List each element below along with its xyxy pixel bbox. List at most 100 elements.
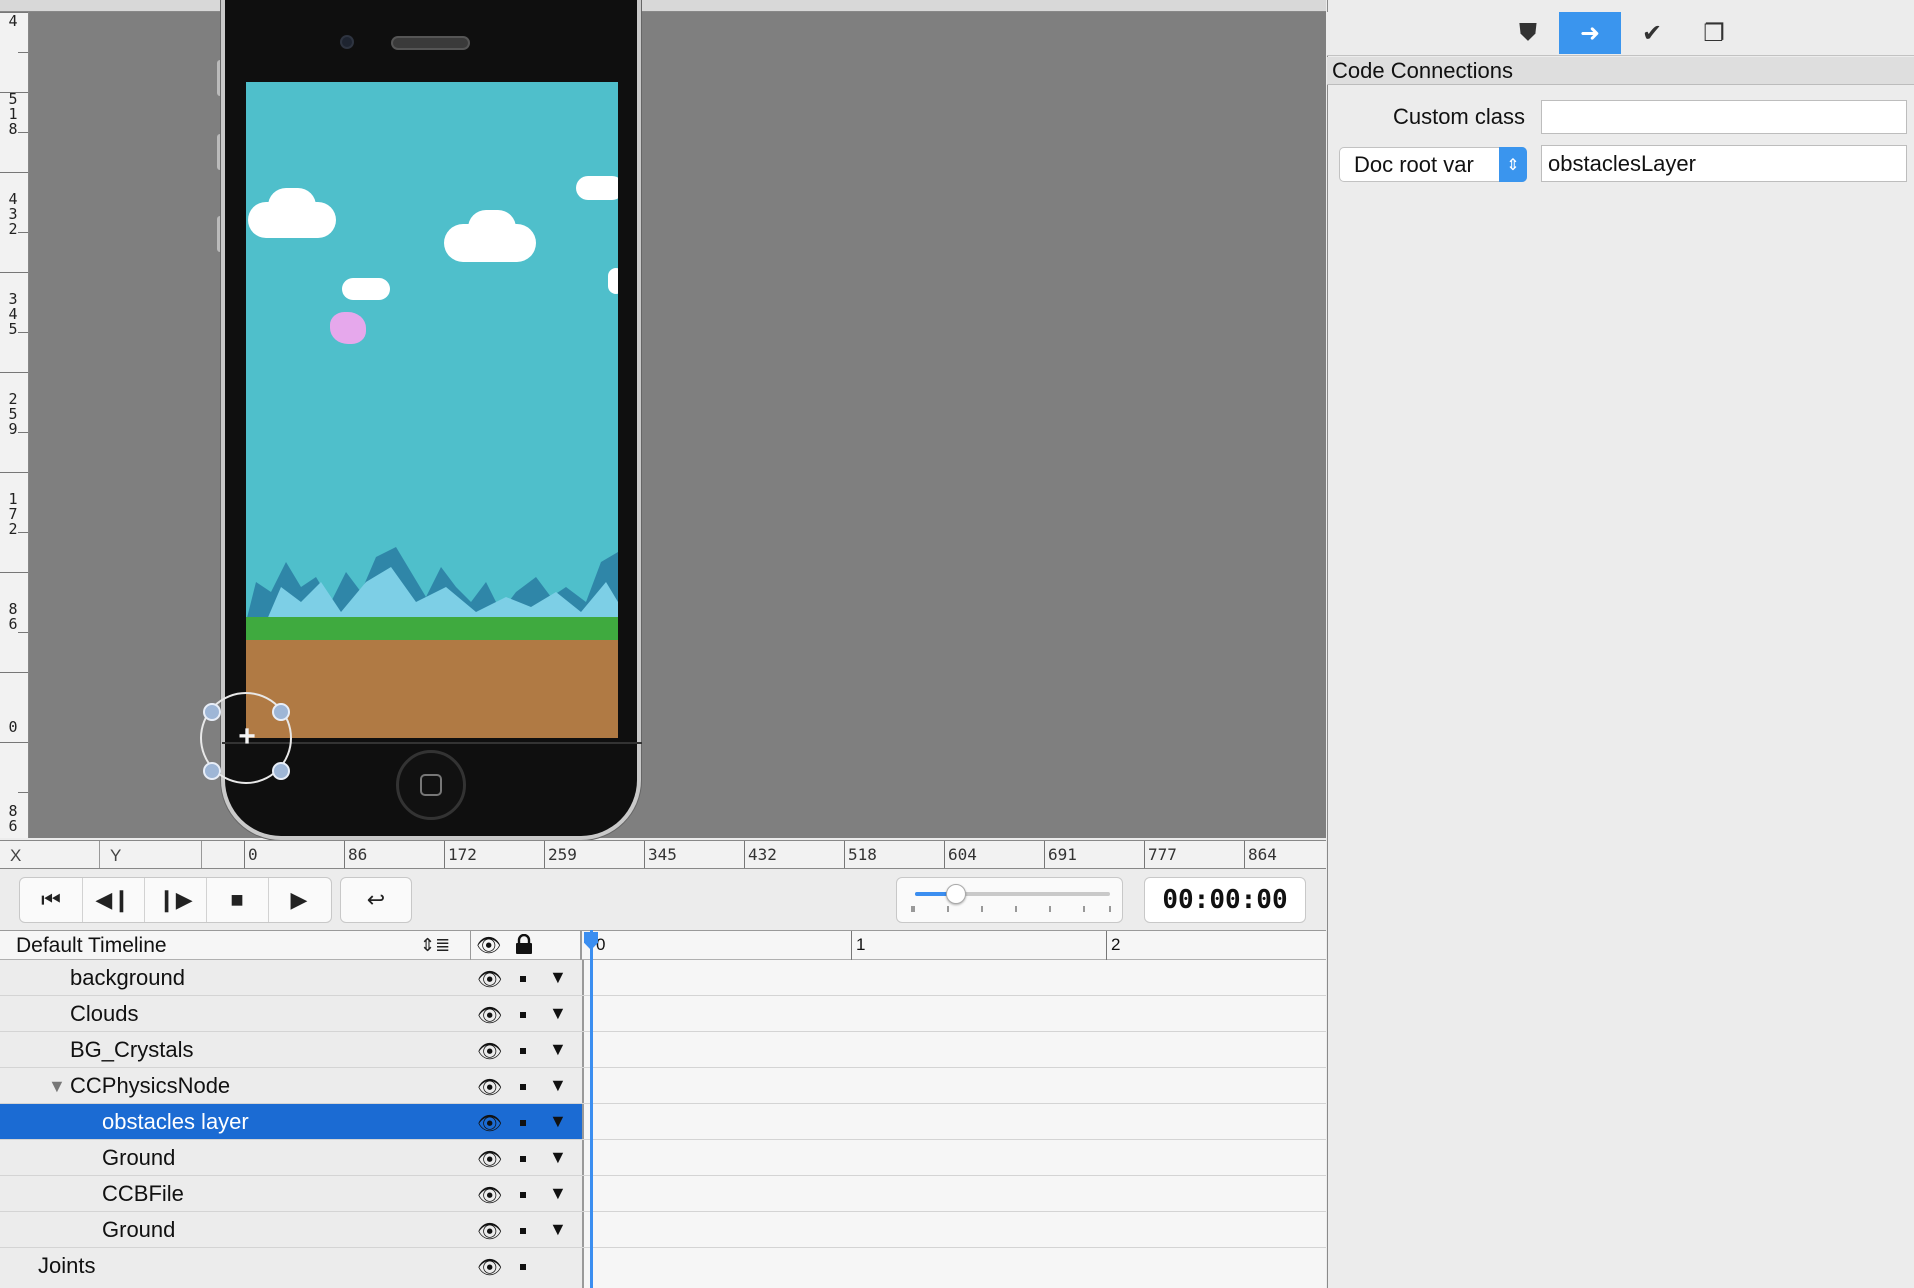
- visibility-icon[interactable]: 👁: [477, 1075, 502, 1100]
- arrow-circle-icon: ➜: [1579, 19, 1601, 47]
- vruler-label: 172: [8, 490, 18, 538]
- lock-toggle[interactable]: [520, 1012, 526, 1018]
- hruler-label: 518: [848, 845, 877, 864]
- expand-triangle-icon[interactable]: ▼: [549, 1003, 567, 1024]
- resize-handle[interactable]: [203, 703, 221, 721]
- hruler-label: 0: [248, 845, 258, 864]
- node-label: BG_Crystals: [70, 1037, 194, 1062]
- visibility-icon[interactable]: 👁: [477, 1111, 502, 1136]
- eye-icon[interactable]: 👁: [476, 933, 501, 958]
- hruler-label: 86: [348, 845, 368, 864]
- lock-toggle[interactable]: [520, 1156, 526, 1162]
- node-label: Ground: [102, 1217, 176, 1242]
- stop-button[interactable]: ■: [206, 878, 269, 922]
- lock-toggle[interactable]: [520, 1084, 526, 1090]
- bird-sprite: [330, 312, 366, 344]
- timeline-playhead[interactable]: [590, 930, 593, 1288]
- lock-toggle[interactable]: [520, 1048, 526, 1054]
- hruler-label: 777: [1148, 845, 1177, 864]
- timeline-row[interactable]: ▼ CCPhysicsNode 👁 ▼: [0, 1068, 1326, 1104]
- visibility-icon[interactable]: 👁: [477, 1255, 502, 1280]
- shield-icon: ⛊: [1519, 19, 1537, 46]
- node-label: CCPhysicsNode: [70, 1073, 231, 1098]
- timeline-row-selected[interactable]: obstacles layer 👁 ▼: [0, 1104, 1326, 1140]
- timeline-menu-icon[interactable]: ⇕≣: [420, 935, 450, 956]
- vruler-label: 432: [8, 190, 18, 238]
- time-display: 00:00:00: [1144, 877, 1306, 923]
- timeline-row[interactable]: Clouds 👁 ▼: [0, 996, 1326, 1032]
- resize-handle[interactable]: [272, 762, 290, 780]
- disclosure-triangle-icon[interactable]: ▼: [48, 1068, 66, 1104]
- vruler-label: 259: [8, 390, 18, 438]
- loop-button[interactable]: ↩: [340, 877, 412, 923]
- cloud-sprite: [342, 278, 390, 300]
- expand-triangle-icon[interactable]: ▼: [549, 1039, 567, 1060]
- node-label: Ground: [102, 1145, 176, 1170]
- check-hammer-icon: ✔: [1641, 19, 1663, 47]
- vruler-label: 4: [8, 12, 18, 30]
- vruler-label: 0: [8, 718, 18, 736]
- tab-physics[interactable]: ✔: [1621, 12, 1683, 54]
- cloud-sprite: [268, 188, 316, 224]
- timeline-row[interactable]: CCBFile 👁 ▼: [0, 1176, 1326, 1212]
- expand-triangle-icon[interactable]: ▼: [549, 1075, 567, 1096]
- lock-toggle[interactable]: [520, 1192, 526, 1198]
- top-strip: [0, 0, 1326, 12]
- lock-toggle[interactable]: [520, 976, 526, 982]
- lock-toggle[interactable]: [520, 1228, 526, 1234]
- visibility-icon[interactable]: 👁: [477, 967, 502, 992]
- zoom-slider-knob[interactable]: [946, 884, 966, 904]
- step-back-button[interactable]: ◀❙: [82, 878, 145, 922]
- game-scene[interactable]: [246, 82, 618, 738]
- lock-icon[interactable]: [515, 934, 533, 954]
- tab-item-properties[interactable]: ⛊: [1497, 12, 1559, 54]
- phone-speaker: [391, 36, 470, 50]
- visibility-icon[interactable]: 👁: [477, 1219, 502, 1244]
- timeline-row[interactable]: background 👁 ▼: [0, 960, 1326, 996]
- visibility-icon[interactable]: 👁: [477, 1039, 502, 1064]
- step-forward-icon: ❙▶: [157, 887, 193, 912]
- expand-triangle-icon[interactable]: ▼: [549, 1147, 567, 1168]
- timeline-row[interactable]: Joints 👁: [0, 1248, 1326, 1288]
- tab-templates[interactable]: ❐: [1683, 12, 1745, 54]
- visibility-icon[interactable]: 👁: [477, 1003, 502, 1028]
- zoom-slider-ticks: [911, 906, 1111, 912]
- crystals-sprite: [246, 547, 618, 622]
- expand-triangle-icon[interactable]: ▼: [549, 1219, 567, 1240]
- step-forward-button[interactable]: ❙▶: [144, 878, 207, 922]
- doc-root-var-field[interactable]: obstaclesLayer: [1541, 145, 1907, 182]
- timeline-row[interactable]: Ground 👁 ▼: [0, 1140, 1326, 1176]
- timeline-zoom: [896, 877, 1123, 923]
- inspector-panel: [1327, 0, 1914, 1288]
- cloud-sprite: [608, 268, 618, 294]
- timeline-selector[interactable]: Default Timeline: [16, 931, 167, 959]
- timeline-row[interactable]: BG_Crystals 👁 ▼: [0, 1032, 1326, 1068]
- visibility-icon[interactable]: 👁: [477, 1147, 502, 1172]
- hruler-label: 432: [748, 845, 777, 864]
- tab-code-connections[interactable]: ➜: [1559, 12, 1621, 54]
- timeline-row[interactable]: Ground 👁 ▼: [0, 1212, 1326, 1248]
- custom-class-field[interactable]: [1541, 100, 1907, 134]
- node-label: obstacles layer: [102, 1109, 249, 1134]
- node-label: Joints: [38, 1253, 96, 1278]
- play-button[interactable]: ▶: [268, 878, 330, 922]
- vruler-label: 86: [8, 802, 18, 835]
- select-stepper-icon[interactable]: ⇕: [1499, 147, 1527, 182]
- expand-triangle-icon[interactable]: ▼: [549, 1111, 567, 1132]
- phone-camera: [340, 35, 354, 49]
- y-coordinate: Y: [100, 841, 202, 868]
- hruler-label: 172: [448, 845, 477, 864]
- resize-handle[interactable]: [272, 703, 290, 721]
- loop-icon: ↩: [366, 887, 386, 912]
- expand-triangle-icon[interactable]: ▼: [549, 1183, 567, 1204]
- timeline-time-ruler[interactable]: 0 1 2: [586, 931, 1326, 960]
- hruler-label: 864: [1248, 845, 1277, 864]
- visibility-icon[interactable]: 👁: [477, 1183, 502, 1208]
- resize-handle[interactable]: [203, 762, 221, 780]
- home-square-icon: [420, 774, 442, 796]
- skip-to-start-button[interactable]: ⏮: [20, 878, 83, 922]
- lock-toggle[interactable]: [520, 1264, 526, 1270]
- anchor-point-icon[interactable]: +: [234, 722, 260, 752]
- expand-triangle-icon[interactable]: ▼: [549, 967, 567, 988]
- lock-toggle[interactable]: [520, 1120, 526, 1126]
